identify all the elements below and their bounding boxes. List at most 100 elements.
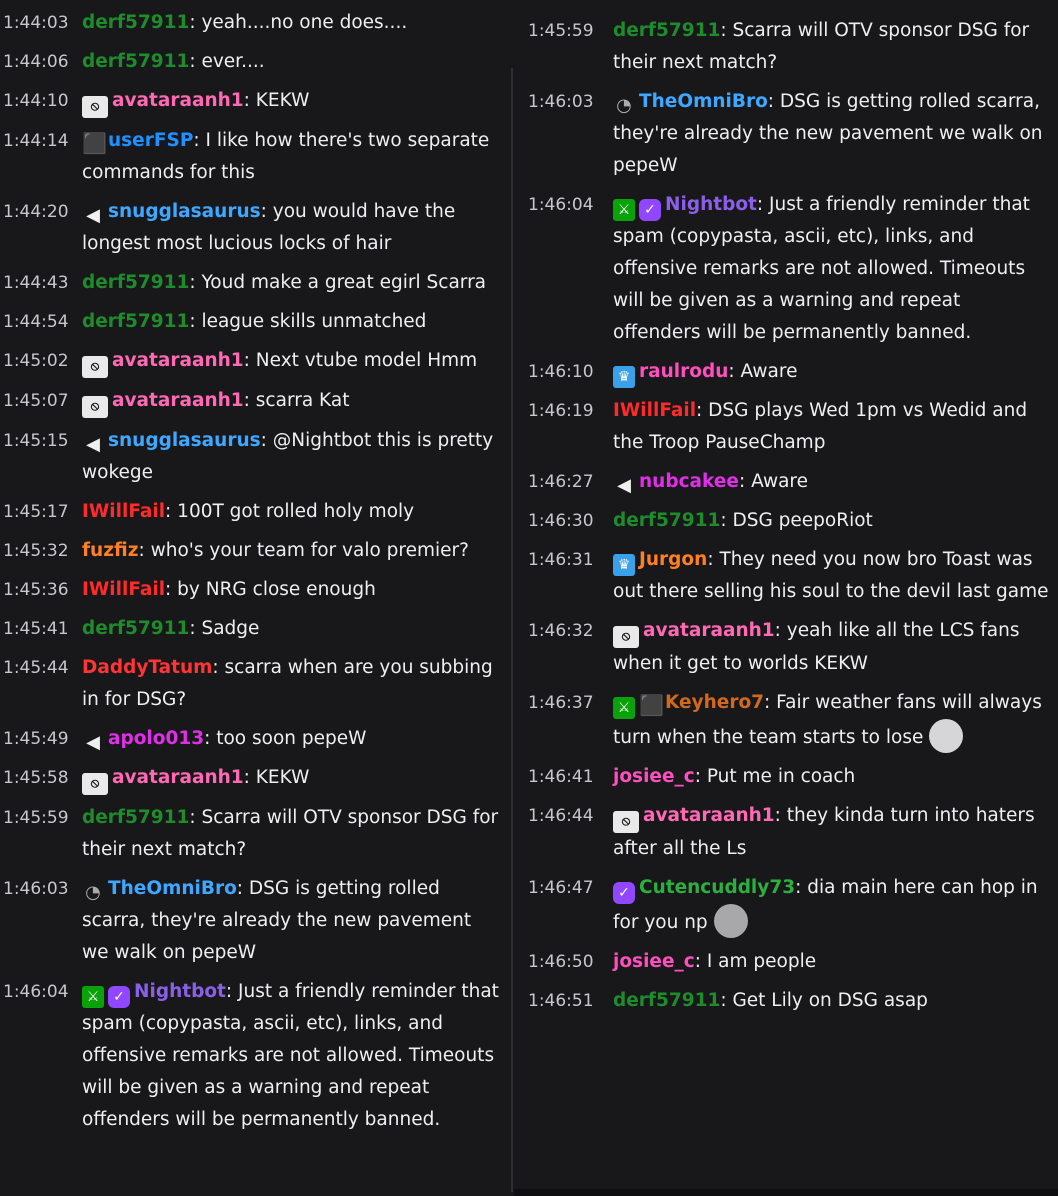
chat-username[interactable]: josiee_c (613, 766, 695, 787)
column-divider (511, 68, 513, 1192)
no-audio-icon[interactable]: ◀ (82, 434, 104, 456)
chat-username[interactable]: derf57911 (82, 807, 189, 828)
chat-message: 1:46:32 ⦸ avataraanh1: yeah like all the L… (514, 615, 1058, 680)
message-timestamp: 1:46:31 (528, 550, 594, 570)
chat-username[interactable]: TheOmniBro (108, 878, 237, 899)
username-separator: : (243, 767, 256, 788)
chat-username[interactable]: TheOmniBro (639, 91, 768, 112)
verified-bot-icon[interactable]: ✓ (639, 199, 661, 221)
chat-message: 1:44:14 ⬛userFSP: I like how there's two … (0, 125, 500, 189)
chat-message: 1:45:44 DaddyTatum: scarra when are you s… (0, 652, 500, 716)
message-timestamp: 1:44:06 (3, 52, 69, 72)
message-timestamp: 1:45:07 (3, 391, 69, 411)
moderator-sword-icon[interactable]: ⚔ (82, 986, 104, 1008)
chat-username[interactable]: avataraanh1 (112, 90, 244, 111)
chat-username[interactable]: userFSP (108, 130, 193, 151)
message-timestamp: 1:46:10 (528, 362, 594, 382)
chat-username[interactable]: fuzfiz (82, 540, 138, 561)
prime-crown-icon[interactable]: ♛ (613, 366, 635, 388)
chat-username[interactable]: snugglasaurus (108, 430, 261, 451)
chat-message: 1:45:07 ⦸ avataraanh1: scarra Kat (0, 385, 500, 418)
chat-message: 1:46:03 ◔ TheOmniBro: DSG is getting rolle… (514, 86, 1058, 182)
sub-gifter-icon[interactable]: ⬛ (82, 132, 107, 154)
message-timestamp: 1:46:32 (528, 621, 594, 641)
face-emote-icon[interactable] (713, 904, 748, 938)
chat-username[interactable]: IWillFail (82, 579, 165, 600)
broadcaster-eye-slash-icon[interactable]: ⦸ (613, 811, 639, 833)
no-audio-icon[interactable]: ◀ (82, 205, 104, 227)
prime-crown-icon[interactable]: ♛ (613, 554, 635, 576)
chat-username[interactable]: nubcakee (639, 471, 739, 492)
message-text: DSG peepoRiot (732, 510, 873, 531)
username-separator: : (189, 311, 202, 332)
chat-username[interactable]: Cutencuddly73 (639, 877, 795, 898)
message-timestamp: 1:46:30 (528, 511, 594, 531)
chat-username[interactable]: avataraanh1 (112, 350, 244, 371)
chat-username[interactable]: Nightbot (134, 981, 226, 1002)
chat-username[interactable]: derf57911 (82, 272, 189, 293)
chat-username[interactable]: derf57911 (613, 990, 720, 1011)
chat-username[interactable]: derf57911 (613, 20, 720, 41)
chat-message: 1:46:03 ◔ TheOmniBro: DSG is getting rolle… (0, 873, 500, 969)
glasses-icon[interactable]: ◔ (613, 95, 635, 117)
chat-username[interactable]: avataraanh1 (112, 390, 244, 411)
chat-username[interactable]: derf57911 (82, 51, 189, 72)
chat-username[interactable]: derf57911 (613, 510, 720, 531)
chat-username[interactable]: raulrodu (639, 361, 728, 382)
chat-message: 1:45:58 ⦸ avataraanh1: KEKW (0, 762, 500, 795)
message-text: Get Lily on DSG asap (732, 990, 928, 1011)
broadcaster-eye-slash-icon[interactable]: ⦸ (82, 773, 108, 795)
chat-username[interactable]: IWillFail (613, 400, 696, 421)
moderator-sword-icon[interactable]: ⚔ (613, 697, 635, 719)
chat-username[interactable]: apolo013 (108, 728, 204, 749)
glasses-icon[interactable]: ◔ (82, 882, 104, 904)
chat-username[interactable]: avataraanh1 (112, 767, 244, 788)
chat-username[interactable]: DaddyTatum (82, 657, 212, 678)
sub-gifter-icon[interactable]: ⬛ (639, 694, 664, 716)
chat-message: 1:45:15 ◀ snugglasaurus: @Nightbot this is… (0, 425, 500, 489)
moderator-sword-icon[interactable]: ⚔ (613, 199, 635, 221)
chat-username[interactable]: Nightbot (665, 194, 757, 215)
chat-username[interactable]: derf57911 (82, 618, 189, 639)
username-separator: : (720, 510, 733, 531)
chat-username[interactable]: Keyhero7 (665, 692, 764, 713)
chat-username[interactable]: derf57911 (82, 12, 189, 33)
chat-username[interactable]: snugglasaurus (108, 201, 261, 222)
username-separator: : (189, 12, 202, 33)
message-text: Next vtube model Hmm (255, 350, 478, 371)
message-text: yeah....no one does.... (201, 12, 408, 33)
message-timestamp: 1:45:44 (3, 658, 69, 678)
broadcaster-eye-slash-icon[interactable]: ⦸ (82, 396, 108, 418)
chat-message: 1:46:44 ⦸ avataraanh1: they kinda turn int… (514, 800, 1058, 865)
chat-message: 1:46:51 derf57911: Get Lily on DSG asap (514, 985, 1058, 1017)
message-timestamp: 1:46:37 (528, 693, 594, 713)
username-separator: : (696, 400, 709, 421)
message-timestamp: 1:46:50 (528, 952, 594, 972)
chat-username[interactable]: avataraanh1 (643, 805, 775, 826)
no-audio-icon[interactable]: ◀ (82, 732, 104, 754)
username-separator: : (165, 501, 178, 522)
broadcaster-eye-slash-icon[interactable]: ⦸ (82, 96, 108, 118)
message-timestamp: 1:45:49 (3, 729, 69, 749)
chat-username[interactable]: Jurgon (639, 549, 707, 570)
chat-username[interactable]: derf57911 (82, 311, 189, 332)
username-separator: : (193, 130, 206, 151)
chat-username[interactable]: josiee_c (613, 951, 695, 972)
chat-username[interactable]: avataraanh1 (643, 620, 775, 641)
cry-emote-icon[interactable] (929, 719, 964, 753)
broadcaster-eye-slash-icon[interactable]: ⦸ (613, 626, 639, 648)
chat-username[interactable]: IWillFail (82, 501, 165, 522)
message-timestamp: 1:46:04 (528, 195, 594, 215)
verified-bot-icon[interactable]: ✓ (613, 882, 635, 904)
message-text: Aware (751, 471, 809, 492)
verified-bot-icon[interactable]: ✓ (108, 986, 130, 1008)
username-separator: : (204, 728, 217, 749)
username-separator: : (138, 540, 151, 561)
message-timestamp: 1:44:20 (3, 202, 69, 222)
username-separator: : (225, 981, 239, 1002)
broadcaster-eye-slash-icon[interactable]: ⦸ (82, 356, 108, 378)
message-timestamp: 1:45:58 (3, 768, 69, 788)
no-audio-icon[interactable]: ◀ (613, 475, 635, 497)
message-text: Aware (740, 361, 798, 382)
message-timestamp: 1:45:59 (528, 21, 594, 41)
